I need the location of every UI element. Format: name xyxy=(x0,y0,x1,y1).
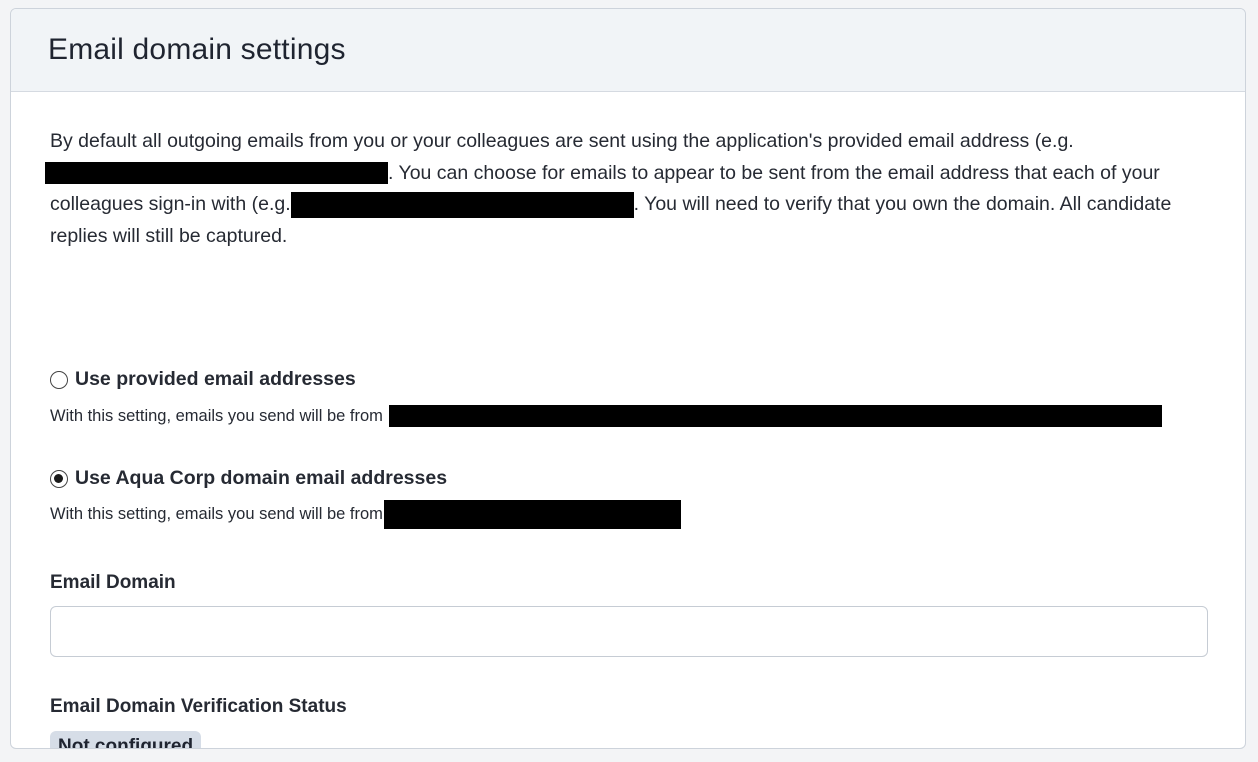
email-domain-input[interactable] xyxy=(50,606,1208,657)
intro-paragraph: By default all outgoing emails from you … xyxy=(45,126,1210,252)
intro-text-1: By default all outgoing emails from you … xyxy=(50,130,1074,152)
hint-text-provided: With this setting, emails you send will … xyxy=(50,406,383,425)
radio-label-domain: Use Aqua Corp domain email addresses xyxy=(75,467,448,489)
page-title: Email domain settings xyxy=(48,33,346,66)
redacted-example-email xyxy=(290,191,634,218)
hint-provided: With this setting, emails you send will … xyxy=(50,405,1162,427)
radio-button-domain[interactable] xyxy=(50,469,68,488)
radio-button-provided[interactable] xyxy=(50,370,68,389)
redacted-sender-address xyxy=(388,405,1162,427)
radio-option-domain[interactable]: Use Aqua Corp domain email addresses xyxy=(50,467,447,490)
hint-text-domain: With this setting, emails you send will … xyxy=(50,505,383,523)
email-domain-label: Email Domain xyxy=(50,572,176,593)
redacted-sender-address xyxy=(383,500,681,529)
card-header: Email domain settings xyxy=(11,9,1245,92)
hint-domain: With this setting, emails you send will … xyxy=(50,500,681,529)
status-badge: Not configured xyxy=(50,731,202,748)
radio-option-provided[interactable]: Use provided email addresses xyxy=(50,368,356,391)
redacted-example-email xyxy=(45,162,388,185)
verification-status-label: Email Domain Verification Status xyxy=(50,696,347,717)
email-domain-settings-card: Email domain settings By default all out… xyxy=(10,8,1246,749)
radio-label-provided: Use provided email addresses xyxy=(75,368,356,390)
